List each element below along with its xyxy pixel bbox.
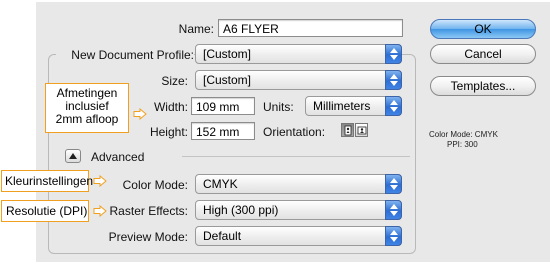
preview-mode-select-value: Default [203, 229, 242, 243]
chevron-updown-icon [385, 96, 402, 116]
orientation-toggle [341, 123, 369, 137]
advanced-disclosure-button[interactable] [65, 149, 81, 163]
height-field[interactable]: 152 mm [191, 122, 255, 140]
color-mode-select-value: CMYK [203, 177, 238, 191]
size-label: Size: [161, 74, 188, 88]
arrow-right-icon [133, 108, 147, 120]
landscape-button[interactable] [355, 123, 368, 137]
width-field[interactable]: 109 mm [191, 97, 255, 115]
chevron-updown-icon [385, 70, 402, 90]
raster-effects-select-value: High (300 ppi) [203, 203, 279, 217]
portrait-icon [344, 125, 352, 136]
advanced-label: Advanced [91, 150, 145, 164]
units-select-value: Millimeters [313, 99, 371, 113]
profile-select[interactable]: [Custom] [195, 44, 402, 64]
units-label: Units: [263, 100, 294, 114]
info-ppi: PPI: 300 [447, 140, 478, 149]
dimensions-callout: Afmetingen inclusief 2mm afloop [45, 83, 129, 133]
chevron-updown-icon [385, 44, 402, 64]
raster-effects-label: Raster Effects: [109, 204, 188, 218]
dimensions-callout-line3: 2mm afloop [55, 112, 119, 126]
chevron-updown-icon [385, 174, 402, 194]
portrait-button[interactable] [341, 123, 354, 137]
advanced-divider [182, 156, 410, 157]
size-select-value: [Custom] [203, 73, 252, 87]
ok-button[interactable]: OK [430, 19, 536, 39]
arrow-right-icon [93, 175, 107, 187]
cancel-button[interactable]: Cancel [430, 44, 536, 64]
resolution-callout: Resolutie (DPI) [1, 200, 89, 222]
raster-effects-select[interactable]: High (300 ppi) [195, 200, 402, 220]
name-label: Name: [178, 22, 214, 36]
profile-label: New Document Profile: [56, 48, 194, 62]
units-select[interactable]: Millimeters [305, 96, 402, 116]
name-field[interactable]: A6 FLYER [218, 19, 403, 37]
color-mode-label: Color Mode: [122, 178, 188, 192]
chevron-updown-icon [385, 226, 402, 246]
size-select[interactable]: [Custom] [195, 70, 402, 90]
templates-button[interactable]: Templates... [430, 76, 536, 96]
profile-select-value: [Custom] [203, 47, 252, 61]
color-mode-select[interactable]: CMYK [195, 174, 402, 194]
preview-mode-label: Preview Mode: [108, 230, 188, 244]
orientation-label: Orientation: [263, 125, 326, 139]
landscape-icon [357, 126, 367, 135]
color-settings-callout: Kleurinstellingen [1, 170, 93, 192]
chevron-updown-icon [385, 200, 402, 220]
info-color-mode: Color Mode: CMYK [429, 130, 498, 139]
preview-mode-select[interactable]: Default [195, 226, 402, 246]
arrow-right-icon [93, 205, 107, 217]
height-label: Height: [149, 125, 188, 139]
